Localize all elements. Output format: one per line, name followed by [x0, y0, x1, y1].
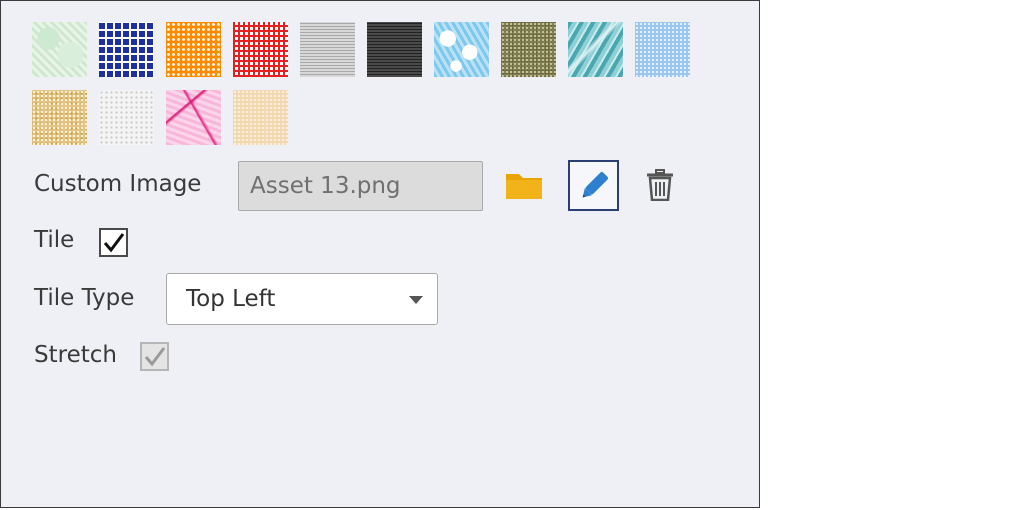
stretch-label: Stretch	[34, 342, 117, 368]
texture-swatch-pink-marble[interactable]	[166, 90, 221, 145]
folder-icon	[506, 174, 542, 199]
texture-swatch-green-marble[interactable]	[32, 22, 87, 77]
chevron-down-icon	[409, 296, 423, 304]
texture-swatch-olive-noise[interactable]	[501, 22, 556, 77]
texture-swatch-blue-speckle[interactable]	[635, 22, 690, 77]
custom-image-field[interactable]: Asset 13.png	[238, 161, 483, 211]
texture-swatch-dark-lines[interactable]	[367, 22, 422, 77]
checkmark-icon	[144, 346, 165, 366]
tile-label: Tile	[34, 227, 75, 253]
tile-type-selected-value: Top Left	[186, 286, 276, 312]
texture-swatch-gray-lines[interactable]	[300, 22, 355, 77]
texture-swatch-gold-speckle[interactable]	[32, 90, 87, 145]
custom-image-label: Custom Image	[34, 171, 202, 197]
background-settings-panel: Custom Image Asset 13.png Tile Tile Type…	[0, 0, 760, 508]
tile-checkbox[interactable]	[99, 228, 128, 257]
texture-swatch-teal-marble[interactable]	[568, 22, 623, 77]
delete-image-button[interactable]	[641, 166, 679, 204]
browse-button[interactable]	[504, 167, 544, 203]
texture-swatch-blue-grid[interactable]	[99, 22, 154, 77]
texture-swatch-blue-crackle[interactable]	[434, 22, 489, 77]
stretch-checkbox[interactable]	[140, 342, 169, 371]
trash-icon	[647, 169, 673, 201]
edit-image-button[interactable]	[568, 160, 619, 211]
texture-swatch-red-plaid[interactable]	[233, 22, 288, 77]
pencil-icon	[582, 171, 608, 197]
tile-type-dropdown[interactable]: Top Left	[166, 273, 438, 325]
tile-type-label: Tile Type	[34, 285, 135, 311]
checkmark-icon	[103, 232, 124, 252]
texture-swatch-white-speckle[interactable]	[99, 90, 154, 145]
texture-swatch-orange-dots[interactable]	[166, 22, 221, 77]
texture-swatch-peach-speckle[interactable]	[233, 90, 288, 145]
